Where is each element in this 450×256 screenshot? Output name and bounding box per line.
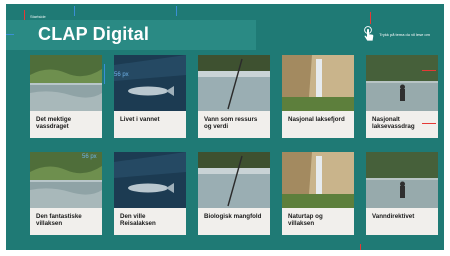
card-label: Det mektige vassdraget (36, 116, 72, 131)
spacing-guide (6, 34, 14, 35)
spacing-guide (74, 6, 75, 16)
waterfall-cliff-image (282, 55, 354, 111)
hint-text: Trykk på tema du vil lese om (379, 31, 430, 37)
card-label: Den ville Reisalaksen (120, 213, 156, 228)
topic-card[interactable]: Livet i vannet (114, 55, 186, 138)
card-label: Den fantastiske villaksen (36, 213, 82, 228)
topic-card[interactable]: Den fantastiske villaksen (30, 152, 102, 235)
topic-card[interactable]: Vann som ressurs og verdi (198, 55, 270, 138)
marker-line (360, 244, 361, 250)
card-label: Livet i vannet (120, 116, 160, 123)
spacing-label: 56 px (82, 154, 97, 160)
underwater-fish-image (114, 55, 186, 111)
waterfall-cliff-image (282, 152, 354, 208)
topic-card[interactable]: Nasjonal laksefjord (282, 55, 354, 138)
river-angler-image (366, 55, 438, 111)
card-label: Vanndirektivet (372, 213, 415, 220)
spacing-guide (104, 64, 105, 84)
fishing-rod-image (198, 152, 270, 208)
topic-card[interactable]: Nasjonalt laksevassdrag (366, 55, 438, 138)
kiosk-screen: Startside CLAP Digital Trykk på tema du … (6, 4, 444, 250)
touch-hint: Trykk på tema du vil lese om (362, 26, 430, 42)
river-landscape-image (30, 55, 102, 111)
topic-card[interactable]: Naturtap og villaksen (282, 152, 354, 235)
topic-card[interactable]: Det mektige vassdraget (30, 55, 102, 138)
spacing-label: 56 px (114, 72, 129, 78)
card-label: Biologisk mangfold (204, 213, 262, 220)
fishing-rod-image (198, 55, 270, 111)
card-label: Nasjonal laksefjord (288, 116, 345, 123)
topic-card[interactable]: Vanndirektivet (366, 152, 438, 235)
tap-hand-icon (362, 26, 376, 42)
card-label: Vann som ressurs og verdi (204, 116, 258, 131)
card-label: Naturtap og villaksen (288, 213, 323, 228)
spacing-guide (176, 6, 177, 16)
marker-line (422, 123, 436, 124)
river-landscape-image (30, 152, 102, 208)
page-title: CLAP Digital (38, 24, 150, 44)
topic-card[interactable]: Biologisk mangfold (198, 152, 270, 235)
topic-card[interactable]: Den ville Reisalaksen (114, 152, 186, 235)
breadcrumb[interactable]: Startside (30, 14, 46, 19)
underwater-fish-image (114, 152, 186, 208)
marker-line (24, 10, 25, 20)
river-angler-image (366, 152, 438, 208)
marker-line (370, 12, 371, 24)
marker-line (422, 70, 436, 71)
